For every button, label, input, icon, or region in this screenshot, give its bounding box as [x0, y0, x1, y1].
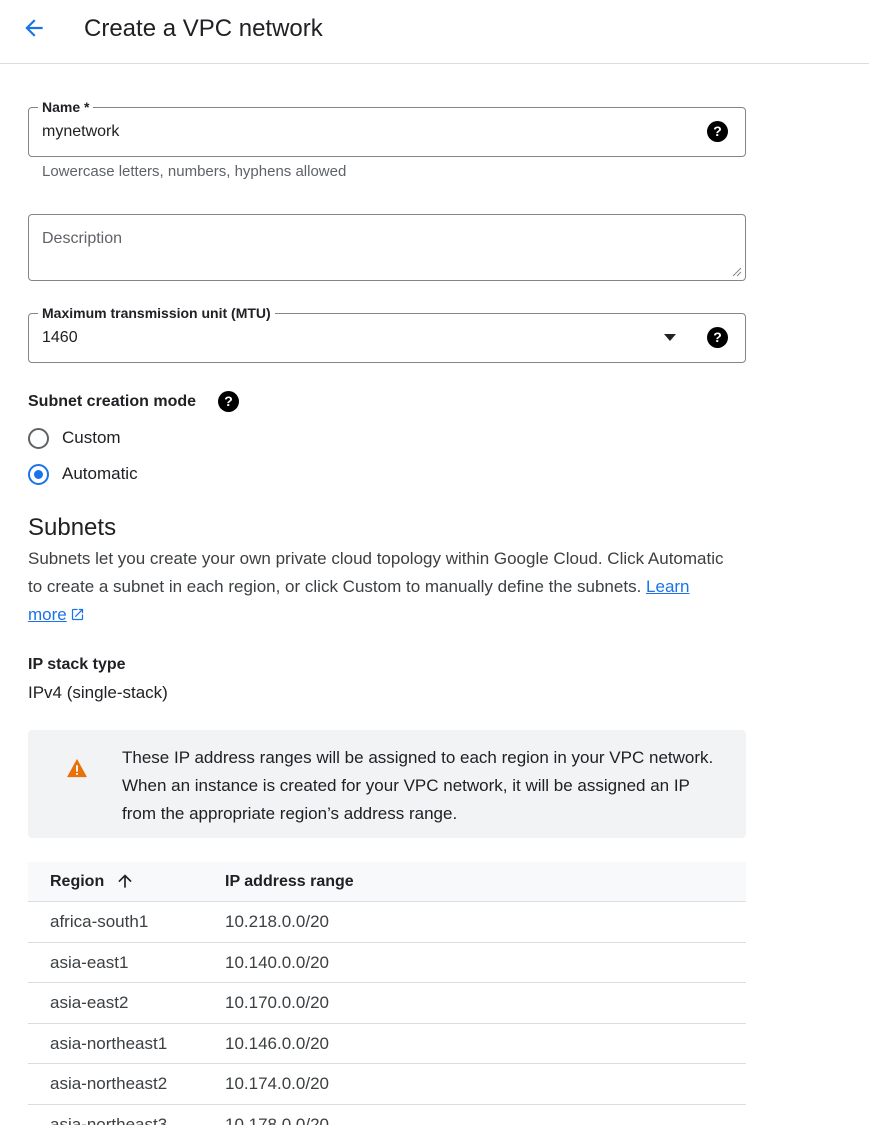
subnets-heading: Subnets	[28, 514, 117, 541]
help-icon[interactable]: ?	[707, 327, 728, 348]
description-placeholder: Description	[42, 230, 123, 247]
warning-text: These IP address ranges will be assigned…	[122, 748, 714, 823]
ip-stack-value: IPv4 (single-stack)	[28, 683, 168, 702]
ip-stack-label: IP stack type	[28, 656, 126, 673]
subnets-description: Subnets let you create your own private …	[28, 549, 724, 624]
radio-automatic-label: Automatic	[62, 464, 138, 483]
table-row: asia-east2 10.170.0.0/20	[28, 983, 746, 1024]
table-row: asia-northeast3 10.178.0.0/20	[28, 1105, 746, 1125]
ip-range-cell: 10.146.0.0/20	[225, 1033, 329, 1053]
table-row: asia-east1 10.140.0.0/20	[28, 943, 746, 983]
subnets-table: Region IP address range africa-south1 10…	[28, 862, 746, 1125]
help-icon[interactable]: ?	[707, 121, 728, 142]
region-cell: asia-east1	[50, 952, 129, 972]
table-row: africa-south1 10.218.0.0/20	[28, 902, 746, 943]
ip-range-cell: 10.170.0.0/20	[225, 993, 329, 1012]
radio-automatic[interactable]: Automatic	[28, 462, 138, 486]
region-cell: asia-northeast3	[50, 1114, 168, 1125]
name-field[interactable]: Name * mynetwork ?	[28, 98, 746, 157]
warning-banner: These IP address ranges will be assigned…	[28, 730, 746, 838]
subnet-mode-label: Subnet creation mode	[28, 393, 197, 410]
dropdown-arrow-icon[interactable]	[664, 334, 676, 341]
mtu-field-label: Maximum transmission unit (MTU)	[38, 304, 275, 322]
name-input[interactable]: mynetwork	[42, 122, 119, 142]
warning-icon	[67, 758, 87, 778]
region-cell: asia-northeast1	[50, 1033, 168, 1053]
arrow-back-icon	[25, 19, 43, 37]
ip-range-cell: 10.174.0.0/20	[225, 1074, 329, 1093]
name-field-label: Name *	[38, 98, 94, 116]
resize-handle-icon[interactable]	[732, 267, 742, 277]
radio-button-checked[interactable]	[28, 463, 49, 485]
ip-range-cell: 10.218.0.0/20	[225, 912, 329, 931]
page-title: Create a VPC network	[84, 15, 323, 42]
ip-range-cell: 10.178.0.0/20	[225, 1114, 329, 1125]
region-cell: africa-south1	[50, 912, 149, 931]
mtu-value: 1460	[42, 329, 78, 346]
radio-button-unchecked[interactable]	[28, 427, 49, 449]
column-header-ip-range[interactable]: IP address range	[225, 872, 354, 892]
back-button[interactable]	[20, 14, 48, 42]
table-row: asia-northeast1 10.146.0.0/20	[28, 1024, 746, 1064]
radio-custom[interactable]: Custom	[28, 426, 121, 450]
page-header: Create a VPC network	[0, 0, 869, 64]
arrow-up-icon[interactable]	[115, 871, 135, 891]
radio-custom-label: Custom	[62, 428, 121, 447]
region-cell: asia-northeast2	[50, 1074, 168, 1093]
mtu-select[interactable]: Maximum transmission unit (MTU) 1460 ?	[28, 304, 746, 363]
table-row: asia-northeast2 10.174.0.0/20	[28, 1064, 746, 1105]
ip-range-cell: 10.140.0.0/20	[225, 952, 329, 972]
region-cell: asia-east2	[50, 993, 129, 1012]
table-header: Region IP address range	[28, 862, 746, 902]
column-header-region[interactable]: Region	[50, 872, 104, 892]
help-icon[interactable]: ?	[218, 391, 239, 412]
external-link-icon[interactable]	[70, 607, 85, 622]
description-field[interactable]: Description	[28, 214, 746, 281]
name-hint: Lowercase letters, numbers, hyphens allo…	[42, 163, 347, 180]
